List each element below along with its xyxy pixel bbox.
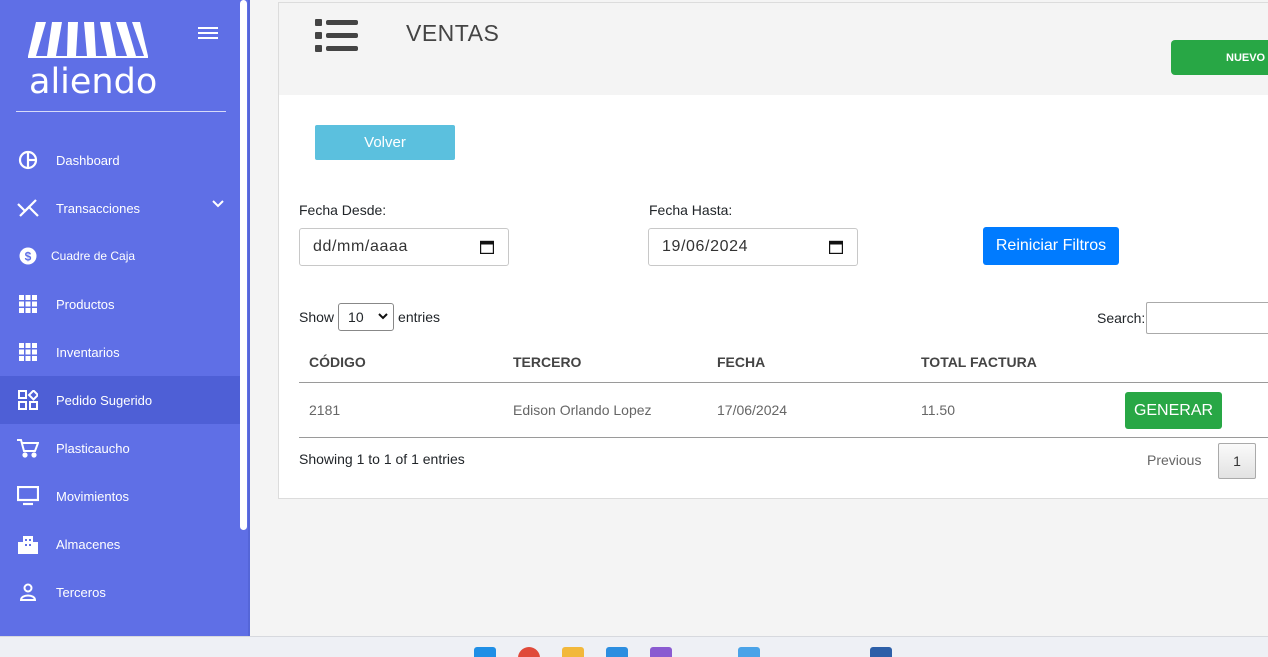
back-button[interactable]: Volver: [315, 125, 455, 160]
sidebar-item-transacciones[interactable]: Transacciones: [0, 184, 240, 232]
sidebar: aliendo Dashboard Transacciones $ Cuadre…: [0, 0, 250, 636]
page-title: VENTAS: [406, 20, 500, 46]
previous-page-button[interactable]: Previous: [1147, 452, 1201, 468]
notepad-icon[interactable]: [738, 647, 760, 657]
table-info: Showing 1 to 1 of 1 entries: [299, 451, 465, 467]
sidebar-item-label: Pedido Sugerido: [56, 392, 153, 408]
dashboard-icon: [17, 149, 39, 171]
new-button[interactable]: NUEVO: [1171, 40, 1268, 75]
sidebar-scrollbar[interactable]: [240, 0, 247, 530]
content-card: Volver Fecha Desde: dd/mm/aaaa Fecha Has…: [278, 95, 1268, 499]
windows-start-icon[interactable]: [474, 647, 496, 657]
chevron-down-icon: [212, 200, 224, 208]
page-size-value: 10: [348, 309, 364, 325]
date-to-label: Fecha Hasta:: [649, 202, 733, 218]
chevron-down-icon: [378, 313, 388, 320]
cell-tercero: Edison Orlando Lopez: [513, 402, 652, 418]
os-taskbar: [0, 636, 1268, 657]
sidebar-item-label: Dashboard: [56, 152, 120, 168]
show-label: Show: [299, 309, 335, 325]
date-to-value: 19/06/2024: [662, 238, 749, 255]
widgets-icon: [17, 389, 39, 411]
table-header: CÓDIGO TERCERO FECHA TOTAL FACTURA: [299, 345, 1268, 383]
date-to-input[interactable]: 19/06/2024: [648, 228, 858, 266]
folder-icon[interactable]: [562, 647, 584, 657]
sidebar-item-label: Movimientos: [56, 488, 129, 504]
cart-icon: [17, 437, 39, 459]
cell-fecha: 17/06/2024: [717, 402, 788, 418]
sidebar-item-almacenes[interactable]: Almacenes: [0, 520, 240, 568]
sidebar-item-cuadre-de-caja[interactable]: $ Cuadre de Caja: [0, 232, 240, 280]
calendar-icon[interactable]: [480, 240, 494, 254]
column-header[interactable]: TERCERO: [513, 354, 581, 370]
awning-logo-icon: [28, 22, 148, 58]
page-button-current[interactable]: 1: [1218, 443, 1256, 479]
brand: aliendo: [16, 0, 226, 112]
sidebar-item-productos[interactable]: Productos: [0, 280, 240, 328]
sidebar-item-inventarios[interactable]: Inventarios: [0, 328, 240, 376]
page-size-select[interactable]: 10: [338, 303, 395, 331]
sidebar-item-label: Cuadre de Caja: [51, 249, 136, 263]
date-from-value: dd/mm/aaaa: [313, 238, 408, 255]
reset-filters-button[interactable]: Reiniciar Filtros: [983, 227, 1119, 265]
menu-toggle-icon[interactable]: [198, 27, 218, 43]
sidebar-item-label: Almacenes: [56, 536, 121, 552]
grid-icon: [17, 293, 39, 315]
page-header: VENTAS NUEVO: [278, 2, 1268, 96]
svg-text:$: $: [25, 250, 32, 264]
date-from-input[interactable]: dd/mm/aaaa: [299, 228, 509, 266]
transactions-icon: [17, 197, 39, 219]
list-icon: [315, 19, 358, 52]
sidebar-item-label: Productos: [56, 296, 115, 312]
visual-studio-icon[interactable]: [650, 647, 672, 657]
vscode-icon[interactable]: [606, 647, 628, 657]
column-header[interactable]: FECHA: [717, 354, 765, 370]
sidebar-item-plasticaucho[interactable]: Plasticaucho: [0, 424, 240, 472]
search-input[interactable]: [1146, 302, 1268, 334]
cell-codigo: 2181: [309, 402, 341, 418]
chrome-icon[interactable]: [518, 647, 540, 657]
search-label: Search:: [1097, 310, 1146, 326]
sidebar-item-pedido-sugerido[interactable]: Pedido Sugerido: [0, 376, 240, 424]
sidebar-nav: Dashboard Transacciones $ Cuadre de Caja…: [0, 136, 240, 616]
building-icon: [17, 533, 39, 555]
monitor-icon: [17, 485, 39, 507]
date-from-label: Fecha Desde:: [299, 202, 387, 218]
calendar-icon[interactable]: [829, 240, 843, 254]
column-header[interactable]: CÓDIGO: [309, 354, 366, 370]
sidebar-item-terceros[interactable]: Terceros: [0, 568, 240, 616]
cash-icon: $: [17, 245, 39, 267]
sidebar-item-dashboard[interactable]: Dashboard: [0, 136, 240, 184]
sidebar-item-movimientos[interactable]: Movimientos: [0, 472, 240, 520]
page-size-control: Show 10 entries: [299, 303, 440, 331]
sidebar-item-label: Plasticaucho: [56, 440, 130, 456]
cell-total: 11.50: [921, 402, 955, 418]
sidebar-edge: [248, 0, 250, 636]
sidebar-item-label: Terceros: [56, 584, 106, 600]
grid-icon: [17, 341, 39, 363]
table-row: 2181 Edison Orlando Lopez 17/06/2024 11.…: [299, 384, 1268, 438]
sidebar-item-label: Inventarios: [56, 344, 120, 360]
generate-button[interactable]: GENERAR: [1125, 392, 1222, 429]
column-header[interactable]: TOTAL FACTURA: [921, 354, 1037, 370]
person-icon: [17, 581, 39, 603]
sidebar-item-label: Transacciones: [56, 200, 141, 216]
brand-name: aliendo: [29, 62, 158, 102]
entries-label: entries: [398, 309, 441, 325]
app-icon[interactable]: [870, 647, 892, 657]
